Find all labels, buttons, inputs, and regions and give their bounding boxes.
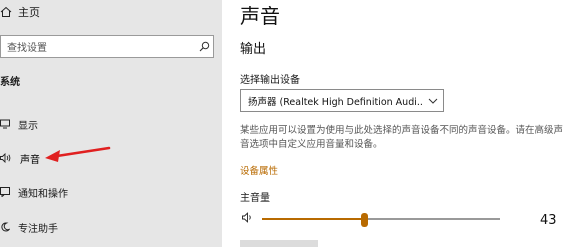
page-title: 声音 (240, 4, 280, 28)
search-icon[interactable] (195, 41, 213, 52)
sidebar-item-notifications[interactable]: 通知和操作 (0, 182, 222, 202)
search-box[interactable]: 查找设置 (0, 35, 214, 58)
sidebar-item-sound[interactable]: 声音 (0, 148, 222, 168)
sidebar-item-label: 通知和操作 (18, 188, 68, 200)
device-properties-link[interactable]: 设备属性 (240, 163, 278, 177)
partial-button[interactable] (240, 240, 318, 247)
sidebar-item-display[interactable]: 显示 (0, 114, 222, 134)
chevron-down-icon (423, 98, 443, 104)
output-device-select[interactable]: 扬声器 (Realtek High Definition Audi... (240, 89, 444, 112)
volume-value: 43 (540, 213, 557, 228)
search-input[interactable]: 查找设置 (7, 39, 195, 54)
volume-speaker-icon[interactable] (242, 212, 255, 223)
annotation-arrow-icon (45, 146, 111, 162)
master-volume-label: 主音量 (240, 193, 270, 204)
sidebar-item-label: 专注助手 (18, 223, 58, 235)
home-nav-item[interactable]: 主页 (0, 4, 40, 20)
main-panel: 声音 输出 选择输出设备 扬声器 (Realtek High Definitio… (222, 0, 569, 247)
volume-slider-thumb[interactable] (361, 213, 369, 227)
home-label: 主页 (18, 6, 40, 19)
speaker-icon (0, 153, 11, 163)
notification-icon (0, 187, 10, 197)
home-icon (0, 6, 12, 17)
output-device-value: 扬声器 (Realtek High Definition Audi... (248, 96, 423, 108)
section-title: 系统 (0, 77, 20, 88)
sidebar-item-focus-assist[interactable]: 专注助手 (0, 217, 222, 237)
output-heading: 输出 (240, 42, 267, 57)
device-label: 选择输出设备 (240, 75, 300, 86)
description-text: 某些应用可以设置为使用与此处选择的声音设备不同的声音设备。请在高级声音选项中自定… (240, 125, 564, 150)
sidebar-item-label: 显示 (18, 120, 38, 132)
volume-slider[interactable] (262, 213, 500, 227)
monitor-icon (0, 119, 10, 129)
moon-icon (1, 222, 10, 232)
sidebar: 主页 查找设置 系统 显示 声音 通知和操作 专注助手 (0, 0, 222, 247)
sidebar-item-label: 声音 (20, 154, 40, 166)
volume-slider-fill (262, 218, 365, 220)
